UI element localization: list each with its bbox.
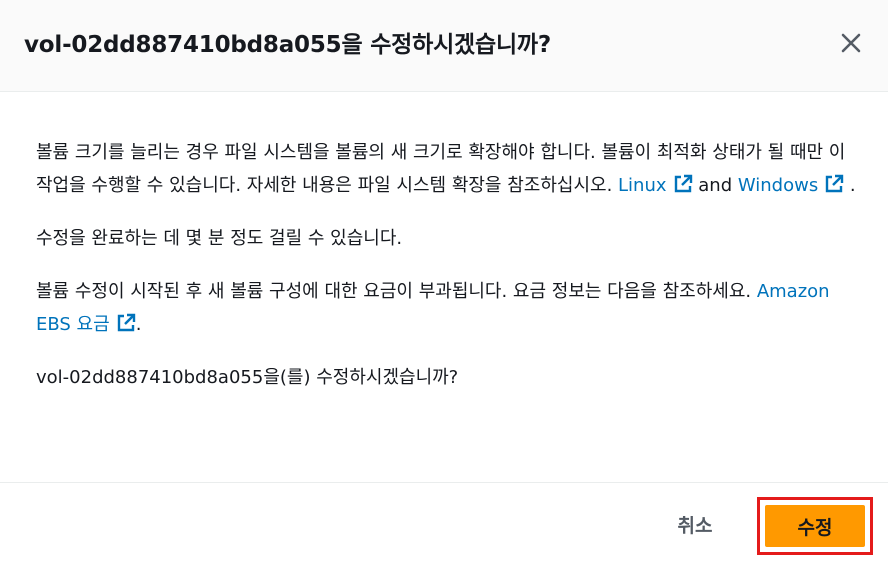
linux-link[interactable]: Linux <box>618 174 693 196</box>
external-link-icon <box>826 174 844 193</box>
dialog-body: 볼륨 크기를 늘리는 경우 파일 시스템을 볼륨의 새 크기로 확장해야 합니다… <box>36 136 856 414</box>
para3-end: . <box>135 314 142 335</box>
external-link-icon <box>674 174 692 193</box>
cancel-button[interactable]: 취소 <box>655 505 735 543</box>
pricing-text: 볼륨 수정이 시작된 후 새 볼륨 구성에 대한 요금이 부과됩니다. 요금 정… <box>36 281 757 302</box>
duration-paragraph: 수정을 완료하는 데 몇 분 정도 걸릴 수 있습니다. <box>36 228 403 249</box>
close-icon <box>841 33 861 53</box>
external-link-icon <box>117 313 135 332</box>
pricing-paragraph: 볼륨 수정이 시작된 후 새 볼륨 구성에 대한 요금이 부과됩니다. 요금 정… <box>36 275 856 341</box>
highlight-box: 수정 <box>757 497 873 555</box>
resize-info-paragraph: 볼륨 크기를 늘리는 경우 파일 시스템을 볼륨의 새 크기로 확장해야 합니다… <box>36 136 856 202</box>
modify-button[interactable]: 수정 <box>765 505 865 547</box>
windows-link[interactable]: Windows <box>737 174 844 196</box>
windows-link-label: Windows <box>737 175 819 196</box>
dialog-header: vol-02dd887410bd8a055을 수정하시겠습니까? <box>0 0 888 92</box>
linux-link-label: Linux <box>618 175 667 196</box>
modify-volume-dialog: vol-02dd887410bd8a055을 수정하시겠습니까? 볼륨 크기를 … <box>0 0 888 561</box>
dialog-footer: 취소 수정 <box>0 482 888 561</box>
and-text: and <box>692 175 738 196</box>
para1-end: . <box>844 175 856 196</box>
dialog-title: vol-02dd887410bd8a055을 수정하시겠습니까? <box>24 32 552 58</box>
close-button[interactable] <box>836 28 866 58</box>
confirm-question: vol-02dd887410bd8a055을(를) 수정하시겠습니까? <box>36 367 459 388</box>
